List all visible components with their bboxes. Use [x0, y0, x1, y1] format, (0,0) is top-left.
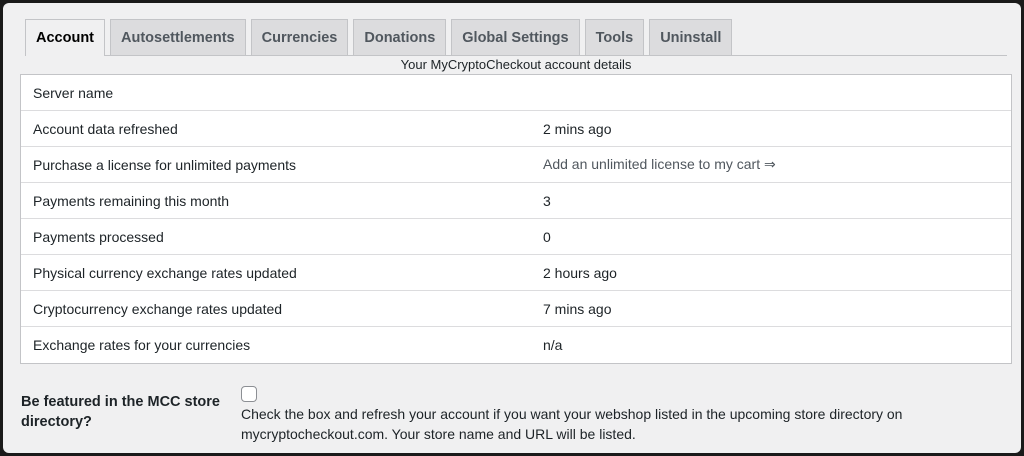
row-value: Add an unlimited license to my cart ⇒ — [543, 156, 1011, 173]
tab-donations[interactable]: Donations — [353, 19, 447, 55]
table-row: Exchange rates for your currencies n/a — [21, 327, 1011, 363]
tab-uninstall[interactable]: Uninstall — [649, 19, 733, 55]
table-row: Payments processed 0 — [21, 219, 1011, 255]
settings-panel: Account Autosettlements Currencies Donat… — [3, 3, 1021, 453]
row-label: Physical currency exchange rates updated — [33, 264, 297, 281]
row-label: Cryptocurrency exchange rates updated — [33, 300, 283, 317]
tab-autosettlements[interactable]: Autosettlements — [110, 19, 246, 55]
store-directory-description: Check the box and refresh your account i… — [241, 406, 903, 442]
row-label: Account data refreshed — [33, 120, 178, 137]
row-value: 7 mins ago — [543, 300, 612, 317]
table-row: Payments remaining this month 3 — [21, 183, 1011, 219]
store-directory-setting: Be featured in the MCC store directory? … — [21, 385, 1011, 445]
tab-account[interactable]: Account — [25, 19, 105, 56]
row-label: Exchange rates for your currencies — [33, 337, 251, 353]
row-value: 2 mins ago — [543, 120, 612, 137]
add-license-link[interactable]: Add an unlimited license to my cart ⇒ — [543, 156, 776, 172]
row-value: 0 — [543, 228, 551, 245]
table-row: Purchase a license for unlimited payment… — [21, 147, 1011, 183]
store-directory-checkbox[interactable] — [241, 386, 257, 402]
store-directory-label: Be featured in the MCC store directory? — [21, 394, 220, 430]
tab-global-settings[interactable]: Global Settings — [451, 19, 580, 55]
row-value: 2 hours ago — [543, 264, 617, 281]
account-details-table: Server name Account data refreshed 2 min… — [20, 74, 1012, 364]
row-label: Payments processed — [33, 228, 164, 245]
tab-bar: Account Autosettlements Currencies Donat… — [25, 19, 1007, 56]
row-label: Server name — [33, 84, 114, 101]
table-caption: Your MyCryptoCheckout account details — [400, 57, 632, 72]
tab-tools[interactable]: Tools — [584, 19, 645, 55]
table-row: Cryptocurrency exchange rates updated 7 … — [21, 291, 1011, 327]
row-label: Purchase a license for unlimited payment… — [33, 156, 297, 173]
table-row: Account data refreshed 2 mins ago — [21, 111, 1011, 147]
row-value: 3 — [543, 192, 551, 209]
row-label: Payments remaining this month — [33, 192, 230, 209]
tab-currencies[interactable]: Currencies — [250, 19, 349, 55]
table-row: Physical currency exchange rates updated… — [21, 255, 1011, 291]
table-row: Server name — [21, 75, 1011, 111]
row-value: n/a — [543, 337, 563, 353]
